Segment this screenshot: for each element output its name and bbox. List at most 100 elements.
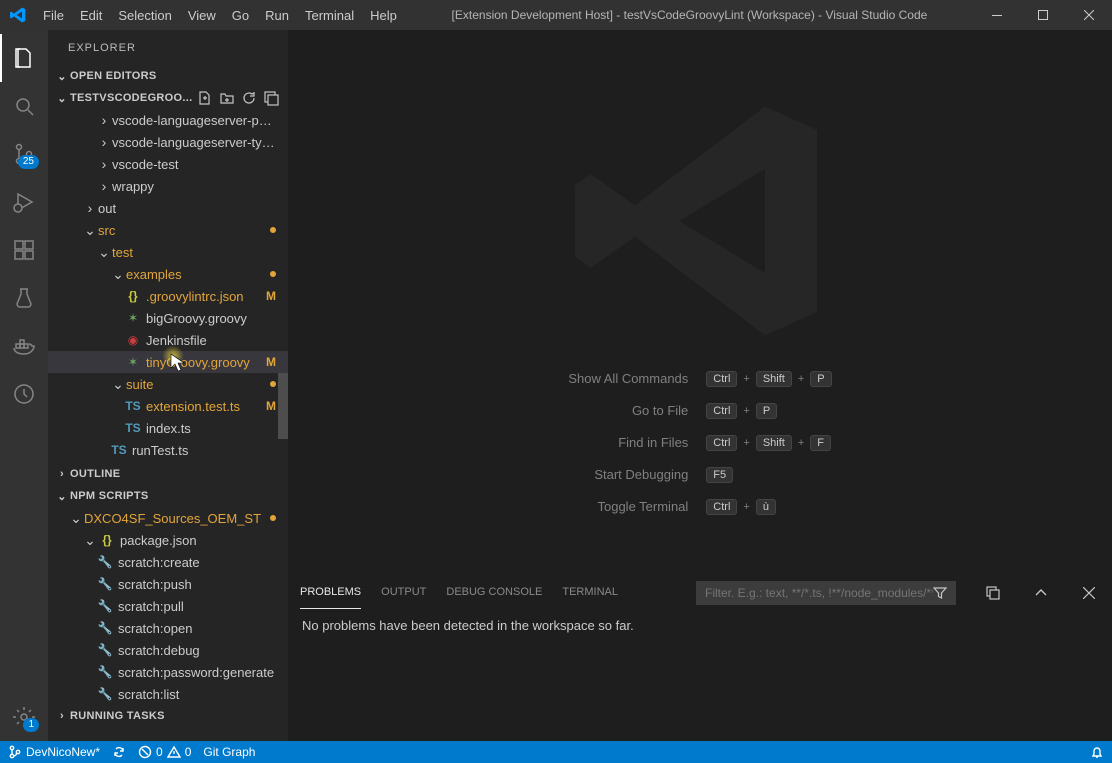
status-branch[interactable]: DevNicoNew* (8, 745, 100, 759)
menu-file[interactable]: File (35, 0, 72, 30)
activity-scm[interactable]: 25 (0, 130, 48, 178)
menu-help[interactable]: Help (362, 0, 405, 30)
npm-script[interactable]: 🔧scratch:pull (48, 595, 288, 617)
menu-edit[interactable]: Edit (72, 0, 110, 30)
menubar: File Edit Selection View Go Run Terminal… (35, 0, 405, 30)
menu-selection[interactable]: Selection (110, 0, 179, 30)
npm-script[interactable]: 🔧scratch:password:generate (48, 661, 288, 683)
npm-script-label: scratch:push (118, 577, 276, 592)
menu-go[interactable]: Go (224, 0, 257, 30)
close-button[interactable] (1066, 0, 1112, 30)
typescript-icon: TS (124, 421, 142, 435)
tree-folder[interactable]: ›vscode-languageserver-protocol (48, 109, 288, 131)
git-status: M (266, 399, 276, 413)
activity-test[interactable] (0, 274, 48, 322)
tree-file[interactable]: ◉Jenkinsfile (48, 329, 288, 351)
status-bell[interactable] (1090, 745, 1104, 759)
filter-icon[interactable] (933, 586, 947, 600)
section-open-editors[interactable]: ⌄ OPEN EDITORS (48, 65, 288, 87)
welcome-command-label: Start Debugging (568, 467, 688, 482)
activity-run[interactable] (0, 178, 48, 226)
tree-folder[interactable]: ›vscode-languageserver-types (48, 131, 288, 153)
status-sync[interactable] (112, 745, 126, 759)
tree-folder[interactable]: ›vscode-test (48, 153, 288, 175)
welcome-command-keys: F5 (706, 467, 831, 483)
new-file-icon[interactable] (194, 87, 216, 109)
tab-terminal[interactable]: TERMINAL (562, 576, 618, 609)
tree-folder[interactable]: ⌄suite (48, 373, 288, 395)
chevron-right-icon: › (96, 178, 112, 194)
window-controls (974, 0, 1112, 30)
tree-folder[interactable]: ⌄src (48, 219, 288, 241)
menu-run[interactable]: Run (257, 0, 297, 30)
status-gitgraph[interactable]: Git Graph (203, 745, 255, 759)
npm-package-label: package.json (120, 533, 276, 548)
npm-tree[interactable]: ⌄DXCO4SF_Sources_OEM_ST⌄{}package.json🔧s… (48, 507, 288, 705)
groovy-icon: ✶ (124, 355, 142, 369)
panel-maximize-icon[interactable] (1030, 582, 1052, 604)
tab-problems[interactable]: PROBLEMS (300, 576, 361, 609)
section-outline[interactable]: › OUTLINE (48, 463, 288, 485)
statusbar: DevNicoNew* 0 0 Git Graph (0, 741, 1112, 763)
activity-search[interactable] (0, 82, 48, 130)
activity-extensions[interactable] (0, 226, 48, 274)
chevron-down-icon: ⌄ (110, 266, 126, 283)
keyboard-key: Ctrl (706, 499, 737, 515)
tree-folder[interactable]: ⌄examples (48, 263, 288, 285)
problems-filter[interactable] (696, 581, 956, 605)
npm-script[interactable]: 🔧scratch:open (48, 617, 288, 639)
menu-view[interactable]: View (180, 0, 224, 30)
minimize-button[interactable] (974, 0, 1020, 30)
collapse-all-icon[interactable] (982, 582, 1004, 604)
tree-file[interactable]: TSrunTest.ts (48, 439, 288, 461)
chevron-right-icon: › (82, 200, 98, 216)
npm-script[interactable]: 🔧 scratch:push (48, 573, 288, 595)
npm-script-label: scratch:debug (118, 643, 276, 658)
tree-folder[interactable]: ›out (48, 197, 288, 219)
activity-explorer[interactable] (0, 34, 48, 82)
keyboard-key: Ctrl (706, 371, 737, 387)
editor-splash: Show All CommandsCtrl+Shift+PGo to FileC… (288, 30, 1112, 575)
refresh-icon[interactable] (238, 87, 260, 109)
npm-package[interactable]: ⌄{}package.json (48, 529, 288, 551)
section-npm[interactable]: ⌄ NPM SCRIPTS (48, 485, 288, 507)
problems-filter-input[interactable] (705, 586, 933, 600)
section-running-tasks[interactable]: › RUNNING TASKS (48, 705, 288, 727)
keyboard-key: Shift (756, 435, 792, 451)
file-tree[interactable]: ›vscode-languageserver-protocol›vscode-l… (48, 109, 288, 463)
json-icon: {} (124, 289, 142, 303)
new-folder-icon[interactable] (216, 87, 238, 109)
panel-close-icon[interactable] (1078, 582, 1100, 604)
activity-docker[interactable] (0, 322, 48, 370)
npm-script[interactable]: 🔧scratch:debug (48, 639, 288, 661)
tree-file[interactable]: ✶tinyGroovy.groovyM (48, 351, 288, 373)
panel-body: No problems have been detected in the wo… (288, 610, 1112, 741)
activitybar: 25 1 (0, 30, 48, 741)
section-workspace[interactable]: ⌄ TESTVSCODEGROO... (48, 87, 288, 109)
welcome-command-label: Toggle Terminal (568, 499, 688, 514)
npm-script[interactable]: 🔧scratch:create (48, 551, 288, 573)
npm-script[interactable]: 🔧scratch:list (48, 683, 288, 705)
menu-terminal[interactable]: Terminal (297, 0, 362, 30)
npm-root[interactable]: ⌄DXCO4SF_Sources_OEM_ST (48, 507, 288, 529)
maximize-button[interactable] (1020, 0, 1066, 30)
tool-icon: 🔧 (96, 665, 114, 679)
chevron-down-icon: ⌄ (54, 490, 70, 503)
activity-settings[interactable]: 1 (0, 693, 48, 741)
tree-file[interactable]: TSextension.test.tsM (48, 395, 288, 417)
status-errors-warnings[interactable]: 0 0 (138, 745, 191, 759)
tree-file[interactable]: ✶bigGroovy.groovy (48, 307, 288, 329)
npm-script-label: scratch:list (118, 687, 276, 702)
titlebar: File Edit Selection View Go Run Terminal… (0, 0, 1112, 30)
tab-debug-console[interactable]: DEBUG CONSOLE (446, 576, 542, 609)
tab-output[interactable]: OUTPUT (381, 576, 426, 609)
tree-file[interactable]: TSindex.ts (48, 417, 288, 439)
chevron-down-icon: ⌄ (82, 532, 98, 549)
npm-root-label: DXCO4SF_Sources_OEM_ST (84, 511, 266, 526)
activity-timeline[interactable] (0, 370, 48, 418)
tree-file[interactable]: {}.groovylintrc.jsonM (48, 285, 288, 307)
collapse-icon[interactable] (260, 87, 282, 109)
tree-folder[interactable]: ⌄test (48, 241, 288, 263)
tool-icon: 🔧 (96, 577, 114, 591)
tree-folder[interactable]: ›wrappy (48, 175, 288, 197)
